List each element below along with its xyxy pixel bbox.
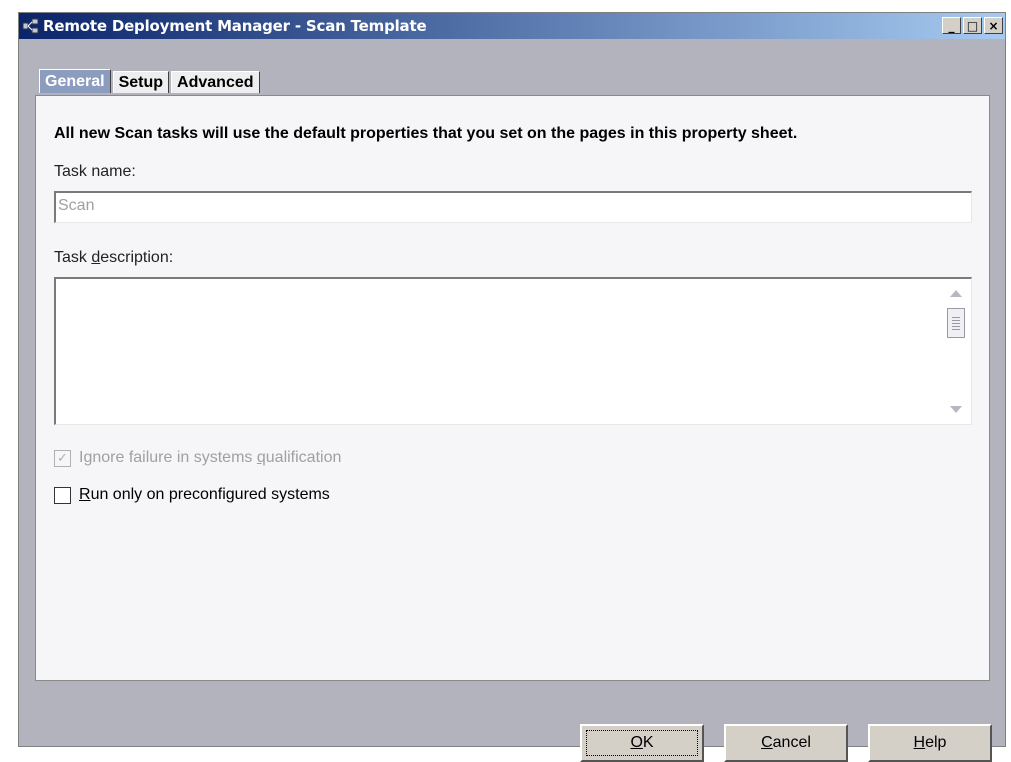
cancel-label-rest: ancel xyxy=(772,734,811,751)
ok-label-rest: K xyxy=(642,734,654,751)
maximize-button[interactable]: □ xyxy=(963,17,982,34)
task-description-label-post: escription: xyxy=(100,249,174,266)
tab-strip: General Setup Advanced xyxy=(39,67,262,93)
tab-general[interactable]: General xyxy=(39,69,111,93)
scroll-up-icon[interactable] xyxy=(950,290,962,297)
help-label-rest: elp xyxy=(925,734,947,751)
task-description-label: Task description: xyxy=(54,249,173,267)
ignore-failure-label-post: ualification xyxy=(265,449,342,466)
scroll-thumb[interactable] xyxy=(947,308,965,338)
ignore-failure-mnemonic: q xyxy=(256,449,266,466)
title-bar[interactable]: Remote Deployment Manager - Scan Templat… xyxy=(19,13,1005,39)
scan-template-window: Remote Deployment Manager - Scan Templat… xyxy=(18,12,1006,762)
run-only-label-post: un only on preconfigured systems xyxy=(90,486,330,503)
task-name-field[interactable]: Scan xyxy=(54,191,972,223)
help-button[interactable]: Help xyxy=(868,724,992,762)
ok-mnemonic: O xyxy=(630,734,643,751)
run-only-preconfigured-label: Run only on preconfigured systems xyxy=(79,486,330,504)
ignore-failure-checkbox[interactable]: ✓ xyxy=(54,449,71,467)
ignore-failure-label-pre: Ignore failure in systems xyxy=(79,449,257,466)
task-name-label: Task name: xyxy=(54,163,136,180)
window-title: Remote Deployment Manager - Scan Templat… xyxy=(43,17,427,35)
ok-button[interactable]: OK xyxy=(580,724,704,762)
close-icon: × xyxy=(988,18,999,33)
task-description-mnemonic: d xyxy=(91,249,101,266)
description-scrollbar[interactable] xyxy=(944,281,970,422)
close-button[interactable]: × xyxy=(984,17,1003,34)
run-only-preconfigured-checkbox[interactable] xyxy=(54,486,71,504)
window-controls: _ □ × xyxy=(942,17,1003,34)
dialog-buttons: OK Cancel Help xyxy=(580,724,992,762)
cancel-button[interactable]: Cancel xyxy=(724,724,848,762)
tab-setup[interactable]: Setup xyxy=(112,71,170,93)
run-only-preconfigured-option[interactable]: Run only on preconfigured systems xyxy=(54,486,330,504)
ignore-failure-label: Ignore failure in systems qualification xyxy=(79,449,341,467)
checkmark-icon: ✓ xyxy=(57,450,68,466)
maximize-icon: □ xyxy=(966,18,979,33)
intro-text: All new Scan tasks will use the default … xyxy=(54,125,798,142)
scroll-down-icon[interactable] xyxy=(950,406,962,413)
cancel-mnemonic: C xyxy=(761,734,773,751)
dialog-client-area: General Setup Advanced All new Scan task… xyxy=(19,39,1005,762)
task-description-label-pre: Task xyxy=(54,249,92,266)
general-tab-panel: All new Scan tasks will use the default … xyxy=(35,95,990,681)
ignore-failure-option[interactable]: ✓ Ignore failure in systems qualificatio… xyxy=(54,449,341,467)
run-only-mnemonic: R xyxy=(79,486,91,503)
task-description-textarea[interactable] xyxy=(54,277,972,425)
help-mnemonic: H xyxy=(913,734,926,751)
app-icon[interactable] xyxy=(21,17,41,35)
tab-advanced[interactable]: Advanced xyxy=(171,71,260,93)
minimize-button[interactable]: _ xyxy=(942,17,961,34)
minimize-icon: _ xyxy=(948,18,955,33)
